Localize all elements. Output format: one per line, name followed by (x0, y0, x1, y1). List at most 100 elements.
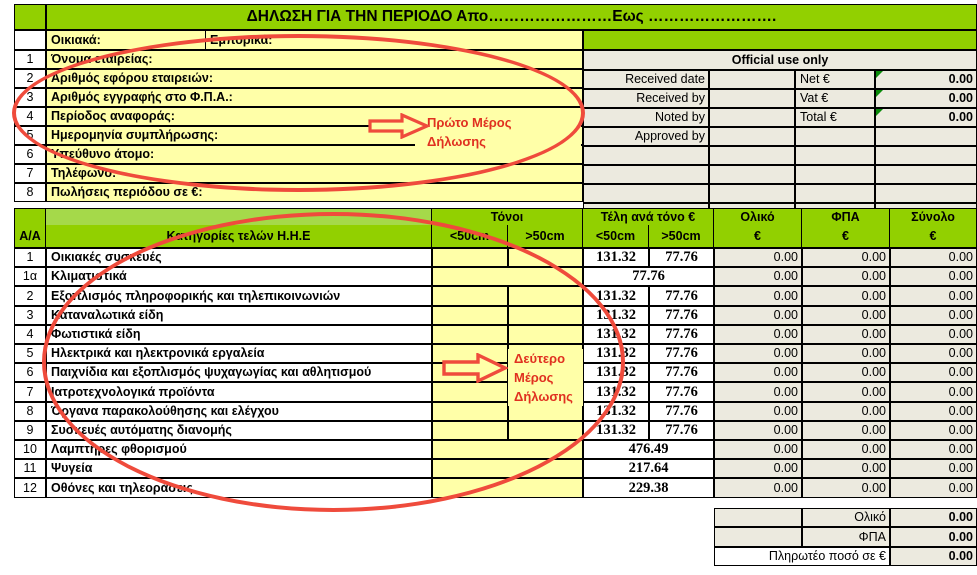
table-row-number: 2 (14, 286, 46, 306)
row-total: 0.00 (714, 459, 802, 478)
tonnes-small-input[interactable] (432, 306, 508, 325)
tonnes-small-input[interactable] (432, 344, 508, 363)
form-field-1[interactable]: Όνομα εταιρείας: (46, 50, 583, 69)
fee-large: 77.76 (649, 325, 714, 344)
row-total: 0.00 (714, 344, 802, 363)
th-tonnes-group: Τόνοι (432, 208, 583, 225)
tonnes-small-input[interactable] (432, 325, 508, 344)
form-row-number: 6 (14, 145, 46, 164)
official-filler-a-1 (583, 146, 709, 165)
tonnes-large-input[interactable] (508, 306, 583, 325)
fee-large: 77.76 (649, 421, 714, 440)
tonnes-small-input[interactable] (432, 363, 508, 382)
document-title: ΔΗΛΩΣΗ ΓΙΑ ΤΗΝ ΠΕΡΙΟΔΟ Απο……………………Εως ……… (46, 4, 977, 30)
official-value-4[interactable] (709, 127, 795, 146)
table-row-number: 6 (14, 363, 46, 382)
official-banner-strip (583, 30, 977, 50)
row-vat: 0.00 (802, 382, 890, 402)
fee-small: 131.32 (583, 286, 649, 306)
tonnes-input-merged[interactable] (432, 267, 583, 286)
tonnes-small-input[interactable] (432, 402, 508, 421)
tonnes-small-input[interactable] (432, 286, 508, 306)
annotation-part2-line1: Δεύτερο (508, 349, 583, 368)
tonnes-large-input[interactable] (508, 421, 583, 440)
th-aa-top (14, 208, 46, 225)
official-amount-label-3: Total € (795, 108, 875, 127)
summary-label-2: ΦΠΑ (802, 527, 890, 547)
th-sum-bottom: € (890, 225, 977, 248)
official-amount-4 (875, 127, 977, 146)
category-name: Συσκευές αυτόματης διανομής (46, 421, 432, 440)
table-row-number: 5 (14, 344, 46, 363)
table-row-number: 11 (14, 459, 46, 478)
official-filler-d-2 (875, 165, 977, 184)
tonnes-input-merged[interactable] (432, 478, 583, 498)
official-value-1[interactable] (709, 70, 795, 89)
tonnes-large-input[interactable] (508, 248, 583, 267)
table-row-number: 7 (14, 382, 46, 402)
th-tonnes-large: >50cm (508, 225, 583, 248)
form-row-number: 7 (14, 164, 46, 183)
row-vat: 0.00 (802, 306, 890, 325)
th-vat-bottom: € (802, 225, 890, 248)
table-row-number: 9 (14, 421, 46, 440)
annotation-part2-line3: Δήλωσης (508, 387, 583, 406)
category-name: Οθόνες και τηλεοράσεις (46, 478, 432, 498)
fee-merged: 476.49 (583, 440, 714, 459)
fee-small: 131.32 (583, 325, 649, 344)
residential-label: Οικιακά: (46, 30, 206, 50)
row-sum: 0.00 (890, 459, 977, 478)
row-sum: 0.00 (890, 248, 977, 267)
row-vat: 0.00 (802, 325, 890, 344)
fee-large: 77.76 (649, 382, 714, 402)
th-sum-top: Σύνολο (890, 208, 977, 225)
th-fees-small: <50cm (583, 225, 649, 248)
table-row-number: 1 (14, 248, 46, 267)
official-filler-b-3 (709, 184, 795, 203)
fee-small: 131.32 (583, 344, 649, 363)
tonnes-small-input[interactable] (432, 421, 508, 440)
summary-spacer-1 (714, 508, 802, 527)
tonnes-large-input[interactable] (508, 286, 583, 306)
row-sum: 0.00 (890, 363, 977, 382)
fee-large: 77.76 (649, 248, 714, 267)
annotation-part1-line2: Δήλωσης (415, 132, 581, 150)
th-vat-top: ΦΠΑ (802, 208, 890, 225)
th-category-top (46, 208, 432, 225)
row-total: 0.00 (714, 248, 802, 267)
commercial-label[interactable]: Εμπορικά: (206, 30, 583, 50)
table-row-number: 1α (14, 267, 46, 286)
form-field-3[interactable]: Αριθμός εγγραφής στο Φ.Π.Α.: (46, 88, 583, 107)
official-value-2[interactable] (709, 89, 795, 108)
table-row-number: 10 (14, 440, 46, 459)
comment-indicator-icon (876, 90, 883, 97)
table-row-number: 8 (14, 402, 46, 421)
category-name: Λαμπτήρες φθορισμού (46, 440, 432, 459)
form-field-2[interactable]: Αριθμός εφόρου εταιρειών: (46, 69, 583, 88)
row-total: 0.00 (714, 325, 802, 344)
form-field-8[interactable]: Πωλήσεις περιόδου σε €: (46, 183, 583, 202)
title-rownum-cell (14, 4, 46, 30)
summary-label-payable: Πληρωτέο ποσό σε € (714, 547, 890, 566)
tonnes-input-merged[interactable] (432, 440, 583, 459)
th-fees-group: Τέλη ανά τόνο € (583, 208, 714, 225)
row-total: 0.00 (714, 267, 802, 286)
tonnes-small-input[interactable] (432, 248, 508, 267)
summary-value-2: 0.00 (890, 527, 977, 547)
official-label-4: Approved by (583, 127, 709, 146)
row-sum: 0.00 (890, 382, 977, 402)
form-field-7[interactable]: Τηλέφωνο: (46, 164, 583, 183)
tonnes-large-input[interactable] (508, 325, 583, 344)
official-amount-1: 0.00 (875, 70, 977, 89)
th-category: Κατηγορίες τελών Η.Η.Ε (46, 225, 432, 248)
category-name: Ψυγεία (46, 459, 432, 478)
official-value-3[interactable] (709, 108, 795, 127)
row-total: 0.00 (714, 478, 802, 498)
tonnes-small-input[interactable] (432, 382, 508, 402)
fee-small: 131.32 (583, 306, 649, 325)
row-sum: 0.00 (890, 402, 977, 421)
fee-small: 131.32 (583, 421, 649, 440)
annotation-part2-line2: Μέρος (508, 368, 583, 387)
tonnes-input-merged[interactable] (432, 459, 583, 478)
row-sum: 0.00 (890, 286, 977, 306)
